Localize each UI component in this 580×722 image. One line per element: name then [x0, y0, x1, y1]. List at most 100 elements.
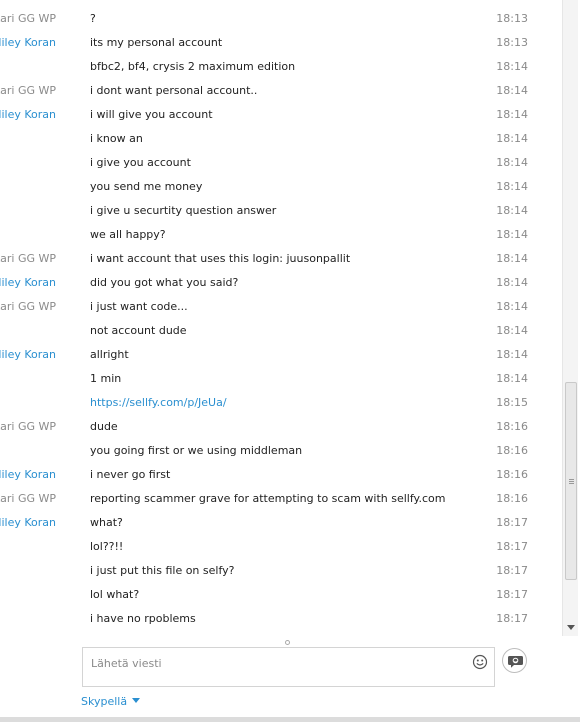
message-row: bfbc2, bf4, crysis 2 maximum edition 18:1…	[0, 55, 562, 79]
message-timestamp: 18:17	[496, 540, 528, 553]
chevron-down-icon	[132, 698, 141, 703]
message-row: i know an 18:14	[0, 127, 562, 151]
message-text: i give u securtity question answer	[90, 204, 277, 217]
message-text: its my personal account	[90, 36, 223, 49]
message-text: i will give you account	[90, 108, 213, 121]
message-text: i just want code...	[90, 300, 188, 313]
message-timestamp: 18:17	[496, 516, 528, 529]
message-text: bfbc2, bf4, crysis 2 maximum edition	[90, 60, 296, 73]
message-text: you going first or we using middleman	[90, 444, 303, 457]
message-text: 1 min	[90, 372, 122, 385]
message-sender[interactable]: Lari GG WP	[0, 12, 56, 25]
message-row: i just put this file on selfy? 18:17	[0, 559, 562, 583]
message-text: we all happy?	[90, 228, 166, 241]
message-timestamp: 18:16	[496, 444, 528, 457]
message-row: Lari GG WP i just want code... 18:14	[0, 295, 562, 319]
message-sender[interactable]: Miley Koran	[0, 468, 56, 481]
message-text: not account dude	[90, 324, 187, 337]
message-sender[interactable]: Lari GG WP	[0, 492, 56, 505]
message-sender[interactable]: Lari GG WP	[0, 300, 56, 313]
message-timestamp: 18:14	[496, 132, 528, 145]
smiley-icon[interactable]	[472, 654, 488, 670]
scrollbar-grip-icon	[569, 479, 574, 480]
conversation-scrollbar[interactable]	[562, 0, 578, 636]
message-row: 1 min 18:14	[0, 367, 562, 391]
message-composer[interactable]	[82, 647, 495, 687]
message-row: Lari GG WP? 18:13	[0, 7, 562, 31]
message-row: you going first or we using middleman 18:…	[0, 439, 562, 463]
message-timestamp: 18:13	[496, 12, 528, 25]
message-row: Miley Koran its my personal account 18:13	[0, 31, 562, 55]
message-sender[interactable]: Miley Koran	[0, 276, 56, 289]
resize-handle-icon[interactable]	[285, 640, 290, 645]
message-row: Miley Koran did you got what you said? 18:…	[0, 271, 562, 295]
message-row: you send me money 18:14	[0, 175, 562, 199]
message-timestamp: 18:14	[496, 204, 528, 217]
message-sender[interactable]: Miley Koran	[0, 516, 56, 529]
scroll-down-arrow-icon[interactable]	[567, 625, 575, 630]
message-text: i just put this file on selfy?	[90, 564, 235, 577]
message-row: we all happy? 18:14	[0, 223, 562, 247]
service-selector[interactable]: Skypellä	[81, 695, 141, 708]
message-row: Miley Koran what? 18:17	[0, 511, 562, 535]
message-timestamp: 18:17	[496, 612, 528, 625]
message-row: not account dude 18:14	[0, 319, 562, 343]
message-row: Lari GG WP i want account that uses this …	[0, 247, 562, 271]
message-text: you send me money	[90, 180, 203, 193]
conversation-history: Lari GG WP? 18:13 Miley Koran its my person…	[0, 0, 562, 636]
message-timestamp: 18:17	[496, 588, 528, 601]
message-timestamp: 18:14	[496, 84, 528, 97]
message-row: i give you account 18:14	[0, 151, 562, 175]
message-timestamp: 18:15	[496, 396, 528, 409]
message-timestamp: 18:17	[496, 564, 528, 577]
message-row: Lari GG WP reporting scammer grave for at…	[0, 487, 562, 511]
send-message-icon	[508, 656, 523, 668]
message-text: i never go first	[90, 468, 171, 481]
message-text: lol what?	[90, 588, 140, 601]
message-timestamp: 18:14	[496, 300, 528, 313]
message-text: i dont want personal account..	[90, 84, 258, 97]
message-row: Miley Koran i never go first 18:16	[0, 463, 562, 487]
message-sender[interactable]: Lari GG WP	[0, 84, 56, 97]
message-text: dude	[90, 420, 118, 433]
message-timestamp: 18:14	[496, 228, 528, 241]
message-sender[interactable]: Miley Koran	[0, 348, 56, 361]
message-timestamp: 18:14	[496, 372, 528, 385]
message-timestamp: 18:14	[496, 348, 528, 361]
message-timestamp: 18:16	[496, 492, 528, 505]
message-sender[interactable]: Lari GG WP	[0, 420, 56, 433]
message-row: Miley Koran i will give you account 18:14	[0, 103, 562, 127]
message-text: i want account that uses this login: juu…	[90, 252, 351, 265]
message-text: i have no rpoblems	[90, 612, 196, 625]
message-row: i have no rpoblems 18:17	[0, 607, 562, 631]
message-text: lol??!!	[90, 540, 124, 553]
message-input[interactable]	[83, 648, 453, 674]
message-timestamp: 18:14	[496, 108, 528, 121]
scrollbar-thumb[interactable]	[565, 382, 577, 580]
message-row: https://sellfy.com/p/JeUa/18:15	[0, 391, 562, 415]
message-row: Lari GG WP dude 18:16	[0, 415, 562, 439]
message-timestamp: 18:13	[496, 36, 528, 49]
message-timestamp: 18:14	[496, 180, 528, 193]
message-text: did you got what you said?	[90, 276, 239, 289]
message-timestamp: 18:14	[496, 60, 528, 73]
message-sender[interactable]: Miley Koran	[0, 108, 56, 121]
message-timestamp: 18:16	[496, 468, 528, 481]
window-bottom-border	[0, 717, 580, 722]
message-text: reporting scammer grave for attempting t…	[90, 492, 446, 505]
message-timestamp: 18:16	[496, 420, 528, 433]
message-text: allright	[90, 348, 129, 361]
message-row: Miley Koran allright 18:14	[0, 343, 562, 367]
message-row: i give u securtity question answer 18:14	[0, 199, 562, 223]
message-timestamp: 18:14	[496, 156, 528, 169]
message-timestamp: 18:14	[496, 324, 528, 337]
message-timestamp: 18:14	[496, 252, 528, 265]
message-sender[interactable]: Miley Koran	[0, 36, 56, 49]
message-link[interactable]: https://sellfy.com/p/JeUa/	[90, 396, 227, 409]
message-text: ?	[90, 12, 96, 25]
message-row: Lari GG WP i dont want personal account..…	[0, 79, 562, 103]
message-text: i know an	[90, 132, 143, 145]
send-message-button[interactable]	[502, 648, 527, 673]
message-sender[interactable]: Lari GG WP	[0, 252, 56, 265]
message-text: what?	[90, 516, 123, 529]
